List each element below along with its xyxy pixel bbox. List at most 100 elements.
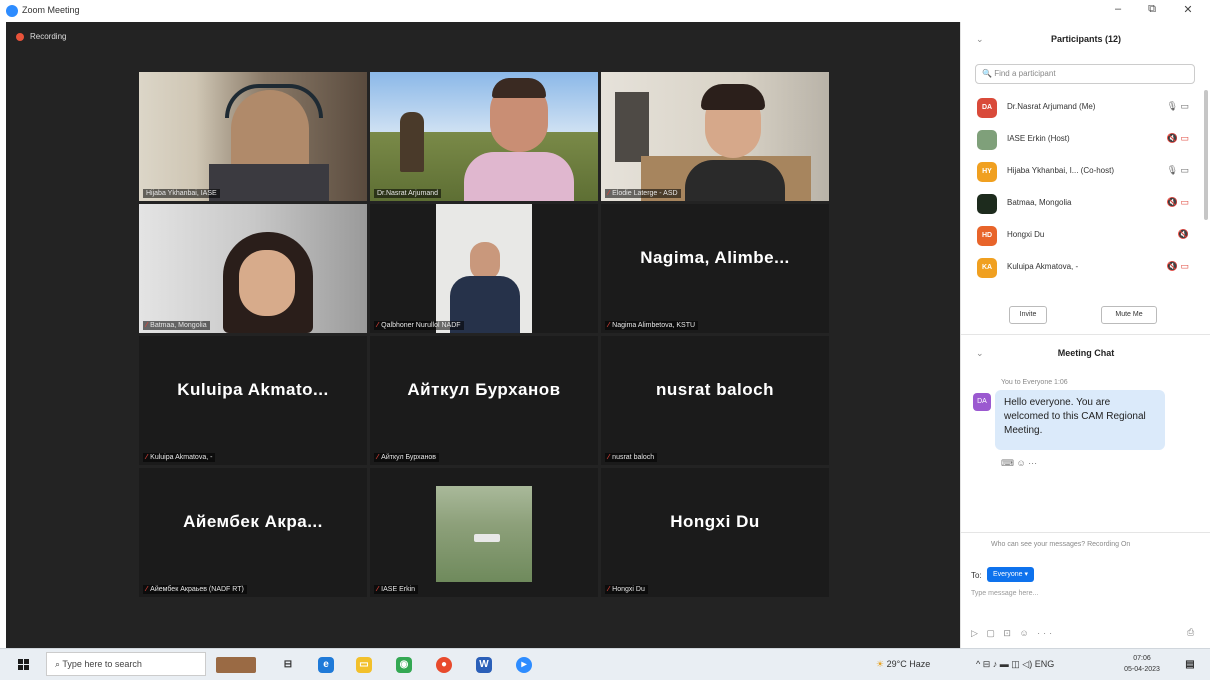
taskbar-search-input[interactable]: ⌕ Type here to search xyxy=(46,652,206,676)
video-tile[interactable]: Hijaba Ykhanbai, IASE xyxy=(139,72,367,201)
participant-name: Hongxi Du xyxy=(1007,230,1045,239)
participant-name: Kuluipa Akmatova, - xyxy=(1007,262,1079,271)
invite-button[interactable]: Invite xyxy=(1009,306,1047,324)
participant-row[interactable]: Batmaa, Mongolia 🔇 ▭ xyxy=(975,188,1205,220)
video-tile[interactable]: ⁄ Elodie Laterge - ASD xyxy=(601,72,829,201)
chat-toolbar[interactable]: ▷ ▢ ⊡ ☺ ··· xyxy=(971,628,1055,639)
chat-message-input[interactable]: Type message here... xyxy=(971,590,1038,597)
edge-browser-icon[interactable]: e xyxy=(318,657,334,673)
video-tile[interactable]: Kuluipa Akmato... ⁄ Kuluipa Akmatova, - xyxy=(139,336,367,465)
participant-hair xyxy=(701,84,765,110)
tile-name-label: ⁄ Айембек Акраьев (NADF RT) xyxy=(143,585,247,594)
participant-shirt xyxy=(464,152,574,201)
windows-start-icon[interactable] xyxy=(18,658,30,676)
video-tile[interactable]: Nagima, Alimbe... ⁄ Nagima Alimbetova, KS… xyxy=(601,204,829,333)
participant-row[interactable]: DA Dr.Nasrat Arjumand (Me) 🎙 ▭ xyxy=(975,92,1205,124)
participant-search-input[interactable]: 🔍 Find a participant xyxy=(975,64,1195,84)
notifications-icon[interactable]: ▤ xyxy=(1182,657,1198,673)
recording-label: Recording xyxy=(30,32,67,41)
video-tile[interactable]: Айембек Акра... ⁄ Айембек Акраьев (NADF R… xyxy=(139,468,367,597)
avatar: DA xyxy=(973,393,991,411)
participant-hair xyxy=(492,78,546,98)
participant-list: DA Dr.Nasrat Arjumand (Me) 🎙 ▭ IASE Erki… xyxy=(975,92,1205,284)
headphones-icon xyxy=(225,84,323,118)
participant-row[interactable]: HY Hijaba Ykhanbai, I... (Co-host) 🎙 ▭ xyxy=(975,156,1205,188)
participant-shirt xyxy=(209,164,329,201)
video-gallery: Recording Hijaba Ykhanbai, IASE Dr.Nasra… xyxy=(6,22,960,648)
to-label: To: xyxy=(971,571,982,580)
zoom-taskbar-icon[interactable]: ▸ xyxy=(516,657,532,673)
mountain-logo-icon[interactable] xyxy=(216,657,256,673)
window-title: Zoom Meeting xyxy=(22,5,80,15)
tile-name-label: ⁄ Qalbhoner Nurullol NADF xyxy=(374,321,464,330)
restore-button[interactable]: ⧉ xyxy=(1140,3,1164,16)
video-tile[interactable]: nusrat baloch ⁄ nusrat baloch xyxy=(601,336,829,465)
tile-name-label: ⁄ Batmaa, Mongolia xyxy=(143,321,210,330)
chat-title: Meeting Chat xyxy=(1057,348,1115,358)
task-view-icon[interactable]: ⊟ xyxy=(280,657,296,673)
app-icon[interactable]: ● xyxy=(436,657,452,673)
participant-name: Hijaba Ykhanbai, I... (Co-host) xyxy=(1007,166,1115,175)
video-tile[interactable]: Hongxi Du ⁄ Hongxi Du xyxy=(601,468,829,597)
video-tile[interactable]: ⁄ IASE Erkin xyxy=(370,468,598,597)
avatar: HD xyxy=(977,226,997,246)
mute-me-button[interactable]: Mute Me xyxy=(1101,306,1157,324)
avatar: DA xyxy=(977,98,997,118)
send-icon[interactable]: ⎙ xyxy=(1187,627,1194,638)
participant-name-display: Hongxi Du xyxy=(670,512,760,531)
video-tile[interactable]: Айткул Бурханов ⁄ Айткул Бурханов xyxy=(370,336,598,465)
tile-name-label: ⁄ IASE Erkin xyxy=(374,585,419,594)
participant-name: IASE Erkin (Host) xyxy=(1007,134,1070,143)
video-tile[interactable]: Dr.Nasrat Arjumand xyxy=(370,72,598,201)
participant-face xyxy=(239,250,295,316)
participant-name-display: nusrat baloch xyxy=(656,380,774,399)
video-tile[interactable]: ⁄ Batmaa, Mongolia xyxy=(139,204,367,333)
participant-list-scrollbar[interactable] xyxy=(1204,90,1208,220)
recipient-dropdown[interactable]: Everyone ▾ xyxy=(987,567,1035,582)
file-explorer-icon[interactable]: ▭ xyxy=(356,657,372,673)
participant-status-icons: 🎙 ▭ xyxy=(1166,165,1189,175)
video-tile[interactable]: ⁄ Qalbhoner Nurullol NADF xyxy=(370,204,598,333)
avatar xyxy=(977,130,997,150)
panel-divider xyxy=(961,532,1210,533)
participant-name: Batmaa, Mongolia xyxy=(1007,198,1072,207)
participant-row[interactable]: KA Kuluipa Akmatova, - 🔇 ▭ xyxy=(975,252,1205,284)
minimize-button[interactable]: – xyxy=(1106,3,1130,15)
avatar: HY xyxy=(977,162,997,182)
word-icon[interactable]: W xyxy=(476,657,492,673)
participant-row[interactable]: IASE Erkin (Host) 🔇 ▭ xyxy=(975,124,1205,156)
participant-shirt xyxy=(685,160,785,201)
chat-message[interactable]: Hello everyone. You are welcomed to this… xyxy=(995,390,1165,450)
tile-name-label: ⁄ Kuluipa Akmatova, - xyxy=(143,453,216,462)
tile-name-label: ⁄ Nagima Alimbetova, KSTU xyxy=(605,321,699,330)
system-tray[interactable]: ^ ⊟ ♪ ▬ ◫ ◁) ENG xyxy=(976,659,1054,670)
participant-row[interactable]: HD Hongxi Du 🔇 xyxy=(975,220,1205,252)
panel-divider xyxy=(961,334,1210,335)
tile-name-label: ⁄ Elodie Laterge - ASD xyxy=(605,189,681,198)
participants-title: Participants (12) xyxy=(1050,34,1122,44)
background-yurt xyxy=(474,534,500,542)
chrome-icon[interactable]: ◉ xyxy=(396,657,412,673)
participant-name-display: Айткул Бурханов xyxy=(407,380,561,399)
close-button[interactable]: ✕ xyxy=(1176,3,1200,16)
avatar xyxy=(977,194,997,214)
participant-name-display: Kuluipa Akmato... xyxy=(177,380,329,399)
background-person xyxy=(400,112,424,172)
message-sender: You to Everyone 1:06 xyxy=(1001,379,1068,386)
window-title-bar: Zoom Meeting – ⧉ ✕ xyxy=(0,0,1210,22)
weather-widget[interactable]: ☀ 29°C Haze xyxy=(876,659,930,670)
participant-status-icons: 🔇 xyxy=(1177,229,1189,239)
recording-indicator[interactable]: Recording xyxy=(16,32,66,41)
participant-status-icons: 🔇 ▭ xyxy=(1166,261,1189,271)
side-panel: ⌄ Participants (12) 🔍 Find a participant… xyxy=(960,22,1210,648)
sun-icon: ☀ xyxy=(876,659,885,669)
windows-taskbar: ⌕ Type here to search ⊟ e ▭ ◉ ● W ▸ ☀ 29… xyxy=(0,648,1210,680)
background-shelf xyxy=(615,92,649,162)
taskbar-clock[interactable]: 07:06 05-04-2023 xyxy=(1124,653,1160,675)
participant-name: Dr.Nasrat Arjumand (Me) xyxy=(1007,102,1096,111)
tile-name-label: ⁄ Айткул Бурханов xyxy=(374,453,439,462)
message-actions[interactable]: ⌨ ☺ ··· xyxy=(1001,458,1037,469)
record-dot-icon xyxy=(16,32,24,41)
tile-name-label: Hijaba Ykhanbai, IASE xyxy=(143,189,220,198)
who-can-see-messages-link[interactable]: Who can see your messages? Recording On xyxy=(991,541,1130,548)
